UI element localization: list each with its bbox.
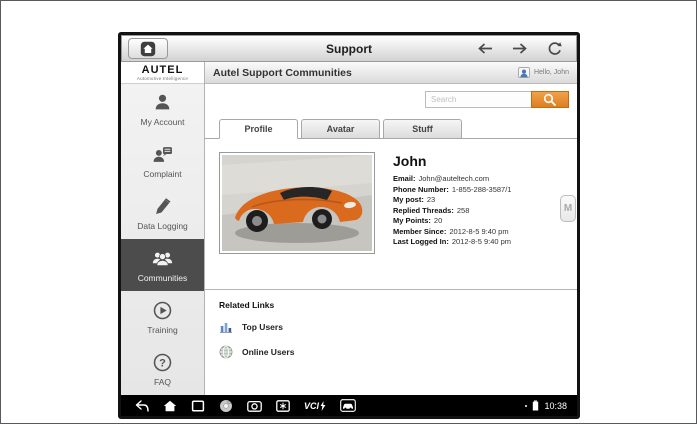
profile-field-points: My Points: 20 (393, 216, 443, 225)
search-row (205, 84, 577, 111)
profile-photo (219, 152, 375, 254)
sidebar-item-data-logging[interactable]: Data Logging (121, 188, 204, 240)
brightness-icon (276, 399, 290, 412)
profile-name: John (393, 153, 427, 169)
section-title: Autel Support Communities (213, 66, 352, 79)
main-content: Autel Support Communities Hello, John Se… (205, 62, 577, 395)
vci-button[interactable]: VCI (304, 400, 326, 411)
home-button[interactable] (128, 38, 168, 59)
autel-tagline-text: Automotive Intelligence (136, 76, 189, 81)
car-icon (340, 399, 356, 412)
link-online-users[interactable]: Online Users (219, 345, 563, 359)
data-logging-icon (156, 198, 171, 215)
sidebar-item-complaint[interactable]: Complaint (121, 136, 204, 188)
nav-buttons (477, 41, 562, 56)
clock-text: 10:38 (544, 400, 567, 411)
faq-icon: ? (153, 353, 172, 371)
sidebar-item-label: Complaint (143, 169, 182, 180)
sidebar: AUTEL Automotive Intelligence My Account (121, 62, 205, 395)
vci-label: VCI (304, 400, 320, 411)
browser-globe-icon (220, 399, 232, 412)
profile-field-phone: Phone Number: 1-855-288-3587/1 (393, 184, 512, 194)
sidebar-item-label: Communities (137, 272, 188, 283)
user-avatar (517, 67, 530, 78)
vehicle-button[interactable] (340, 399, 356, 412)
profile-field-replied-threads: Replied Threads: 258 (393, 205, 470, 215)
lightning-icon (320, 400, 326, 411)
system-bar-icons: VCI (135, 399, 356, 413)
sidebar-item-training[interactable]: Training (121, 291, 204, 343)
status-area: 10:38 (525, 400, 567, 411)
camera-icon (247, 400, 262, 412)
forward-button[interactable] (512, 42, 528, 55)
user-greeting: Hello, John (517, 67, 569, 78)
system-bar: VCI 10:38 (121, 395, 577, 416)
search-icon (543, 93, 557, 106)
device-frame: Support AUTEL Automotive Intelligence My… (118, 32, 580, 419)
search-input[interactable] (425, 91, 531, 108)
tab-avatar[interactable]: Avatar (301, 119, 380, 139)
tab-profile[interactable]: Profile (219, 119, 298, 139)
home-icon (140, 41, 156, 56)
link-label: Top Users (242, 322, 283, 332)
communities-icon (152, 252, 173, 266)
section-header: Autel Support Communities Hello, John (205, 62, 577, 84)
greeting-text: Hello, John (533, 69, 569, 76)
camera-button[interactable] (247, 400, 262, 412)
sidebar-item-label: Data Logging (137, 221, 188, 232)
side-handle-m[interactable]: M (560, 195, 576, 222)
refresh-icon (548, 42, 562, 55)
android-back-icon (135, 399, 149, 412)
training-icon (153, 301, 172, 319)
tab-stuff[interactable]: Stuff (383, 119, 462, 139)
profile-field-last-logged-in: Last Logged In: 2012-8-5 9:40 pm (393, 237, 512, 246)
search-button[interactable] (531, 91, 569, 108)
sidebar-item-label: Training (147, 324, 178, 335)
title-bar: Support (121, 35, 577, 62)
android-home-icon (163, 400, 177, 411)
forward-arrow-icon (513, 43, 527, 54)
display-settings-button[interactable] (276, 399, 290, 412)
manual-page: Support AUTEL Automotive Intelligence My… (0, 0, 697, 424)
link-label: Online Users (242, 347, 295, 357)
related-links-section: Related Links Top Users Online Users (205, 290, 577, 380)
android-home-button[interactable] (163, 400, 177, 412)
link-top-users[interactable]: Top Users (219, 320, 563, 334)
notification-dot-icon (525, 404, 528, 407)
sidebar-item-label: FAQ (153, 376, 171, 387)
recent-apps-button[interactable] (191, 399, 205, 412)
sidebar-item-faq[interactable]: ? FAQ (121, 343, 204, 395)
svg-text:?: ? (159, 357, 166, 369)
recent-apps-icon (191, 399, 205, 412)
user-icon (155, 95, 170, 110)
back-arrow-icon (478, 43, 492, 54)
android-back-button[interactable] (135, 399, 149, 412)
profile-field-posts: My post: 23 (393, 195, 436, 204)
tab-bar: Profile Avatar Stuff (205, 111, 577, 139)
sidebar-item-communities[interactable]: Communities (121, 239, 204, 292)
globe-icon (219, 345, 233, 359)
sidebar-item-my-account[interactable]: My Account (121, 84, 204, 136)
bar-chart-icon (220, 323, 232, 334)
profile-field-email: Email: John@auteltech.com (393, 174, 490, 183)
battery-icon (533, 400, 539, 411)
related-links-title: Related Links (219, 300, 275, 310)
profile-panel: John Email: John@auteltech.com Phone Numb… (205, 138, 577, 290)
device-body: AUTEL Automotive Intelligence My Account (121, 62, 577, 395)
autel-logo: AUTEL Automotive Intelligence (121, 62, 204, 84)
refresh-button[interactable] (547, 41, 562, 56)
profile-info: John Email: John@auteltech.com Phone Numb… (393, 152, 511, 279)
browser-button[interactable] (219, 399, 233, 413)
sidebar-item-label: My Account (140, 117, 185, 128)
back-button[interactable] (477, 42, 493, 55)
profile-field-member-since: Member Since: 2012-8-5 9:40 pm (393, 226, 509, 236)
user-avatar-icon (520, 69, 528, 77)
complaint-icon (153, 147, 172, 163)
car-photo-illustration (222, 155, 372, 251)
autel-brand-text: AUTEL (141, 64, 184, 76)
